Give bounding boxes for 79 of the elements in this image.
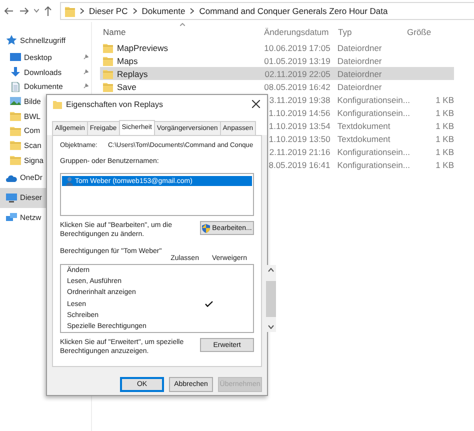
pin-icon[interactable] (83, 83, 89, 90)
file-type: Dateiordner (337, 82, 382, 92)
file-name: MapPreviews (117, 42, 168, 52)
folder-icon (103, 82, 113, 92)
monitor-icon (10, 52, 21, 62)
star-icon (6, 35, 17, 45)
file-type: Konfigurationsein... (337, 146, 410, 156)
cloud-icon (6, 172, 17, 182)
back-icon[interactable] (4, 6, 14, 16)
up-arrow-icon[interactable] (44, 6, 52, 16)
chevron-icon (132, 8, 137, 14)
folder-icon (10, 140, 21, 150)
folder-icon (10, 111, 21, 122)
file-type: Dateiordner (337, 68, 382, 78)
file-row[interactable]: MapPreviews 10.06.2019 17:05 Dateiordner (100, 41, 454, 54)
file-date: 02.11.2019 22:05 (264, 68, 330, 78)
file-type: Textdokument (337, 120, 390, 130)
dropdown-icon[interactable] (34, 9, 39, 13)
chevron-icon (190, 8, 194, 14)
sort-caret-icon (180, 23, 185, 26)
document-icon (10, 82, 21, 92)
computer-icon (6, 192, 17, 202)
file-date: 1.10.2019 13:50 (268, 134, 330, 144)
file-type: Dateiordner (337, 42, 382, 52)
file-date: 2.11.2019 21:16 (269, 146, 330, 156)
dialog-title: Eigenschaften von Replays (66, 100, 163, 109)
file-size: 1 KB (436, 94, 454, 104)
file-row[interactable]: Replays 02.11.2019 22:05 Dateiordner (100, 67, 454, 80)
folder-icon (53, 100, 62, 109)
scroll-up-icon[interactable] (268, 268, 274, 272)
file-type: Konfigurationsein... (337, 108, 410, 118)
folder-icon (10, 126, 21, 136)
network-icon (6, 212, 17, 222)
file-type: Konfigurationsein... (337, 160, 410, 170)
close-icon[interactable] (252, 100, 260, 108)
file-date: 08.05.2019 16:42 (264, 82, 330, 92)
column-header[interactable]: Änderungsdatum (260, 27, 331, 37)
pin-icon[interactable] (83, 68, 89, 75)
scroll-down-icon[interactable] (268, 325, 274, 329)
file-row[interactable]: Save 08.05.2019 16:42 Dateiordner (100, 80, 454, 93)
file-name: Save (117, 82, 136, 92)
file-name: Replays (117, 68, 148, 78)
file-size: 1 KB (436, 120, 454, 130)
folder-icon (103, 56, 113, 66)
file-type: Dateiordner (337, 56, 382, 66)
folder-icon (10, 155, 21, 166)
column-header[interactable]: Name (100, 27, 260, 37)
file-date: 1.10.2019 14:56 (268, 108, 330, 118)
folder-icon (103, 42, 113, 52)
file-date: 8.05.2019 16:41 (268, 160, 330, 170)
picture-icon (10, 96, 21, 106)
file-date: 10.06.2019 17:05 (264, 42, 330, 52)
folder-icon (65, 6, 75, 16)
file-date: 01.05.2019 13:19 (264, 56, 330, 66)
scroll-thumb[interactable] (266, 280, 276, 316)
file-size: 1 KB (436, 160, 454, 170)
file-size: 1 KB (436, 108, 454, 118)
column-header[interactable]: Typ (331, 27, 407, 37)
breadcrumb[interactable]: Dieser PC (89, 6, 128, 16)
pin-icon[interactable] (83, 54, 89, 60)
file-name: Maps (117, 56, 138, 66)
file-date: 1.10.2019 13:54 (268, 120, 330, 130)
scrollbar[interactable] (266, 265, 276, 332)
download-arrow-icon (10, 67, 21, 78)
column-header[interactable]: Größe (407, 27, 455, 37)
file-row[interactable]: Maps 01.05.2019 13:19 Dateiordner (100, 54, 454, 67)
file-date: 3.11.2019 19:38 (269, 94, 330, 104)
shield-icon (202, 224, 210, 232)
file-type: Textdokument (337, 134, 390, 144)
file-type: Konfigurationsein... (337, 94, 410, 104)
breadcrumb[interactable]: Command and Conquer Generals Zero Hour Data (199, 6, 388, 16)
file-size: 1 KB (436, 146, 454, 156)
chevron-icon (80, 8, 84, 14)
folder-icon (103, 68, 113, 78)
file-size: 1 KB (436, 134, 454, 144)
breadcrumb[interactable]: Dokumente (142, 6, 186, 16)
forward-icon[interactable] (19, 6, 29, 16)
user-icon (66, 176, 73, 186)
address-bar[interactable]: Dieser PC Dokumente Command and Conquer Generals Zero Hour Data (60, 2, 474, 20)
